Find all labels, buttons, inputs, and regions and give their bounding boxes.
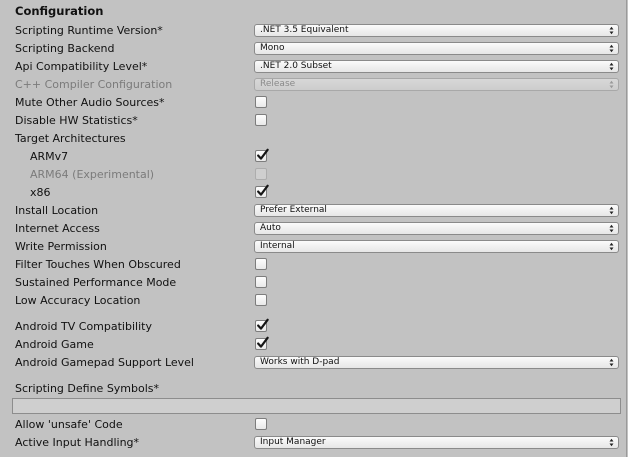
gamepad-support-label: Android Gamepad Support Level: [15, 356, 194, 369]
android-game-checkbox[interactable]: [255, 336, 269, 350]
low-accuracy-checkbox[interactable]: [255, 294, 267, 306]
dropdown-arrows-icon: [609, 224, 614, 233]
arm64-checkbox: [255, 168, 267, 180]
row-input-handling: Active Input Handling* Input Manager: [0, 434, 626, 452]
gamepad-support-value: Works with D-pad: [260, 357, 340, 367]
x86-checkbox[interactable]: [255, 184, 269, 198]
section-title: Configuration: [15, 4, 104, 18]
dropdown-arrows-icon: [609, 358, 614, 367]
allow-unsafe-label: Allow 'unsafe' Code: [15, 418, 123, 431]
checkmark-icon: [257, 336, 269, 348]
scripting-runtime-dropdown[interactable]: .NET 3.5 Equivalent: [254, 24, 619, 37]
armv7-checkbox[interactable]: [255, 148, 269, 162]
install-location-value: Prefer External: [260, 205, 327, 215]
armv7-label: ARMv7: [30, 150, 69, 163]
cpp-compiler-dropdown: Release: [254, 78, 619, 91]
row-filter-touches: Filter Touches When Obscured: [0, 256, 626, 274]
dropdown-arrows-icon: [609, 62, 614, 71]
scripting-backend-dropdown[interactable]: Mono: [254, 42, 619, 55]
row-api-compat: Api Compatibility Level* .NET 2.0 Subset: [0, 58, 626, 76]
scripting-runtime-label: Scripting Runtime Version*: [15, 24, 163, 37]
row-gamepad-support: Android Gamepad Support Level Works with…: [0, 354, 626, 372]
install-location-label: Install Location: [15, 204, 99, 217]
row-disable-hw: Disable HW Statistics*: [0, 112, 626, 130]
sustained-perf-checkbox[interactable]: [255, 276, 267, 288]
android-tv-label: Android TV Compatibility: [15, 320, 152, 333]
row-low-accuracy: Low Accuracy Location: [0, 292, 626, 310]
row-define-symbols: Scripting Define Symbols*: [0, 380, 626, 398]
dropdown-arrows-icon: [609, 438, 614, 447]
input-handling-dropdown[interactable]: Input Manager: [254, 436, 619, 449]
internet-access-label: Internet Access: [15, 222, 100, 235]
define-symbols-input[interactable]: [12, 398, 621, 414]
internet-access-dropdown[interactable]: Auto: [254, 222, 619, 235]
row-internet-access: Internet Access Auto: [0, 220, 626, 238]
row-arm64: ARM64 (Experimental): [0, 166, 626, 184]
internet-access-value: Auto: [260, 223, 281, 233]
input-handling-label: Active Input Handling*: [15, 436, 140, 449]
sustained-perf-label: Sustained Performance Mode: [15, 276, 177, 289]
row-write-permission: Write Permission Internal: [0, 238, 626, 256]
input-handling-value: Input Manager: [260, 437, 326, 447]
row-allow-unsafe: Allow 'unsafe' Code: [0, 416, 626, 434]
row-sustained-perf: Sustained Performance Mode: [0, 274, 626, 292]
row-scripting-runtime: Scripting Runtime Version* .NET 3.5 Equi…: [0, 22, 626, 40]
scripting-backend-label: Scripting Backend: [15, 42, 115, 55]
row-x86: x86: [0, 184, 626, 202]
define-symbols-label: Scripting Define Symbols*: [15, 382, 160, 395]
row-target-arch: Target Architectures: [0, 130, 626, 148]
mute-audio-label: Mute Other Audio Sources*: [15, 96, 165, 109]
target-arch-label: Target Architectures: [15, 132, 126, 145]
dropdown-arrows-icon: [609, 44, 614, 53]
install-location-dropdown[interactable]: Prefer External: [254, 204, 619, 217]
scripting-runtime-value: .NET 3.5 Equivalent: [260, 25, 349, 35]
write-permission-dropdown[interactable]: Internal: [254, 240, 619, 253]
api-compat-label: Api Compatibility Level*: [15, 60, 148, 73]
cpp-compiler-value: Release: [260, 79, 296, 89]
write-permission-label: Write Permission: [15, 240, 107, 253]
row-cpp-compiler: C++ Compiler Configuration Release: [0, 76, 626, 94]
dropdown-arrows-icon: [609, 80, 614, 89]
row-armv7: ARMv7: [0, 148, 626, 166]
scripting-backend-value: Mono: [260, 43, 285, 53]
allow-unsafe-checkbox[interactable]: [255, 418, 267, 430]
filter-touches-checkbox[interactable]: [255, 258, 267, 270]
api-compat-value: .NET 2.0 Subset: [260, 61, 332, 71]
api-compat-dropdown[interactable]: .NET 2.0 Subset: [254, 60, 619, 73]
mute-audio-checkbox[interactable]: [255, 96, 267, 108]
dropdown-arrows-icon: [609, 242, 614, 251]
row-install-location: Install Location Prefer External: [0, 202, 626, 220]
android-tv-checkbox[interactable]: [255, 318, 269, 332]
filter-touches-label: Filter Touches When Obscured: [15, 258, 181, 271]
arm64-label: ARM64 (Experimental): [30, 168, 155, 181]
android-game-label: Android Game: [15, 338, 94, 351]
row-android-tv: Android TV Compatibility: [0, 318, 626, 336]
x86-label: x86: [30, 186, 51, 199]
disable-hw-label: Disable HW Statistics*: [15, 114, 138, 127]
low-accuracy-label: Low Accuracy Location: [15, 294, 141, 307]
write-permission-value: Internal: [260, 241, 295, 251]
checkmark-icon: [257, 148, 269, 160]
dropdown-arrows-icon: [609, 206, 614, 215]
row-mute-audio: Mute Other Audio Sources*: [0, 94, 626, 112]
checkmark-icon: [257, 184, 269, 196]
row-scripting-backend: Scripting Backend Mono: [0, 40, 626, 58]
checkmark-icon: [257, 318, 269, 330]
disable-hw-checkbox[interactable]: [255, 114, 267, 126]
row-android-game: Android Game: [0, 336, 626, 354]
cpp-compiler-label: C++ Compiler Configuration: [15, 78, 173, 91]
player-settings-panel: Configuration Scripting Runtime Version*…: [0, 0, 627, 457]
gamepad-support-dropdown[interactable]: Works with D-pad: [254, 356, 619, 369]
dropdown-arrows-icon: [609, 26, 614, 35]
